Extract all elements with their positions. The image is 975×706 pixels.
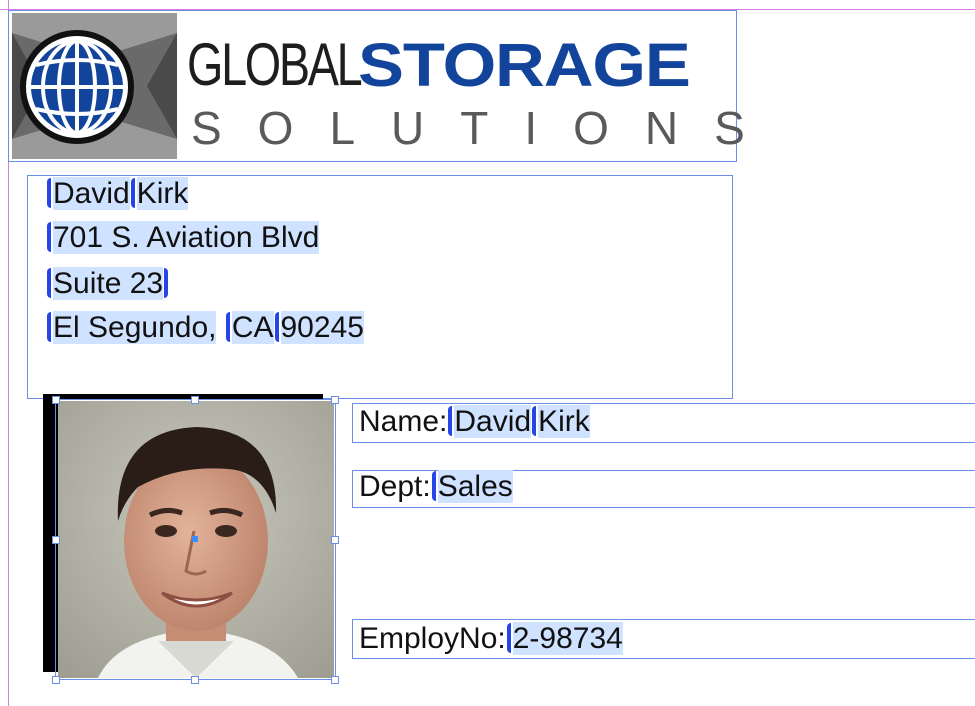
resize-handle-bottom-right[interactable] — [331, 676, 339, 684]
address-line-street: 701 S. Aviation Blvd — [46, 216, 320, 260]
resize-handle-top-right[interactable] — [331, 396, 339, 404]
data-field-marker — [225, 312, 230, 342]
logo-word-solutions: SOLUTIONS — [191, 102, 781, 154]
address-line-city: El Segundo, CA 90245 — [46, 306, 364, 350]
data-field-marker — [532, 406, 537, 436]
employno-line: EmployNo: 2-98734 — [359, 621, 623, 657]
address-text-frame[interactable]: David Kirk 701 S. Aviation Blvd Suite 23 … — [27, 175, 733, 399]
suite-field[interactable]: Suite 23 — [53, 267, 164, 300]
resize-handle-right[interactable] — [331, 536, 339, 544]
last-name-field[interactable]: Kirk — [136, 177, 189, 210]
resize-handle-top-left[interactable] — [52, 396, 60, 404]
data-field-marker — [47, 312, 51, 342]
address-line-name: David Kirk — [46, 172, 189, 216]
data-field-marker — [47, 268, 51, 298]
data-field-marker — [431, 471, 436, 501]
dept-label: Dept: — [359, 470, 431, 503]
first-name-field[interactable]: David — [53, 177, 130, 210]
dept-line: Dept: Sales — [359, 469, 513, 505]
address-line-suite: Suite 23 — [46, 262, 170, 306]
logo-word-global: GLOBAL — [187, 31, 363, 98]
name-text-frame[interactable]: Name: David Kirk — [352, 403, 975, 443]
data-field-marker — [130, 178, 135, 208]
city-field[interactable]: El Segundo, — [53, 311, 217, 344]
globe-icon — [12, 13, 177, 159]
data-field-marker — [274, 312, 279, 342]
dept-text-frame[interactable]: Dept: Sales — [352, 470, 975, 508]
data-field-marker — [448, 406, 453, 436]
employno-text-frame[interactable]: EmployNo: 2-98734 — [352, 619, 975, 659]
resize-handle-left[interactable] — [52, 536, 60, 544]
name-line: Name: David Kirk — [359, 404, 590, 440]
state-field[interactable]: CA — [231, 311, 274, 344]
resize-handle-top[interactable] — [191, 396, 199, 404]
data-field-marker — [164, 268, 169, 298]
zip-field[interactable]: 90245 — [280, 311, 364, 344]
resize-handle-bottom[interactable] — [191, 676, 199, 684]
street-field[interactable]: 701 S. Aviation Blvd — [53, 221, 320, 254]
employno-field[interactable]: 2-98734 — [512, 622, 623, 655]
dept-field[interactable]: Sales — [437, 470, 513, 503]
frame-center-point[interactable] — [192, 536, 198, 542]
data-field-marker — [47, 178, 51, 208]
name-label: Name: — [359, 405, 448, 438]
logo-word-storage: STORAGE — [358, 31, 691, 99]
logo-frame[interactable]: GLOBAL STORAGE SOLUTIONS — [8, 10, 745, 162]
name-first-field[interactable]: David — [454, 405, 532, 438]
employno-label: EmployNo: — [359, 622, 506, 655]
name-last-field[interactable]: Kirk — [538, 405, 590, 438]
data-field-marker — [506, 623, 511, 653]
resize-handle-bottom-left[interactable] — [52, 676, 60, 684]
data-field-marker — [47, 222, 51, 252]
